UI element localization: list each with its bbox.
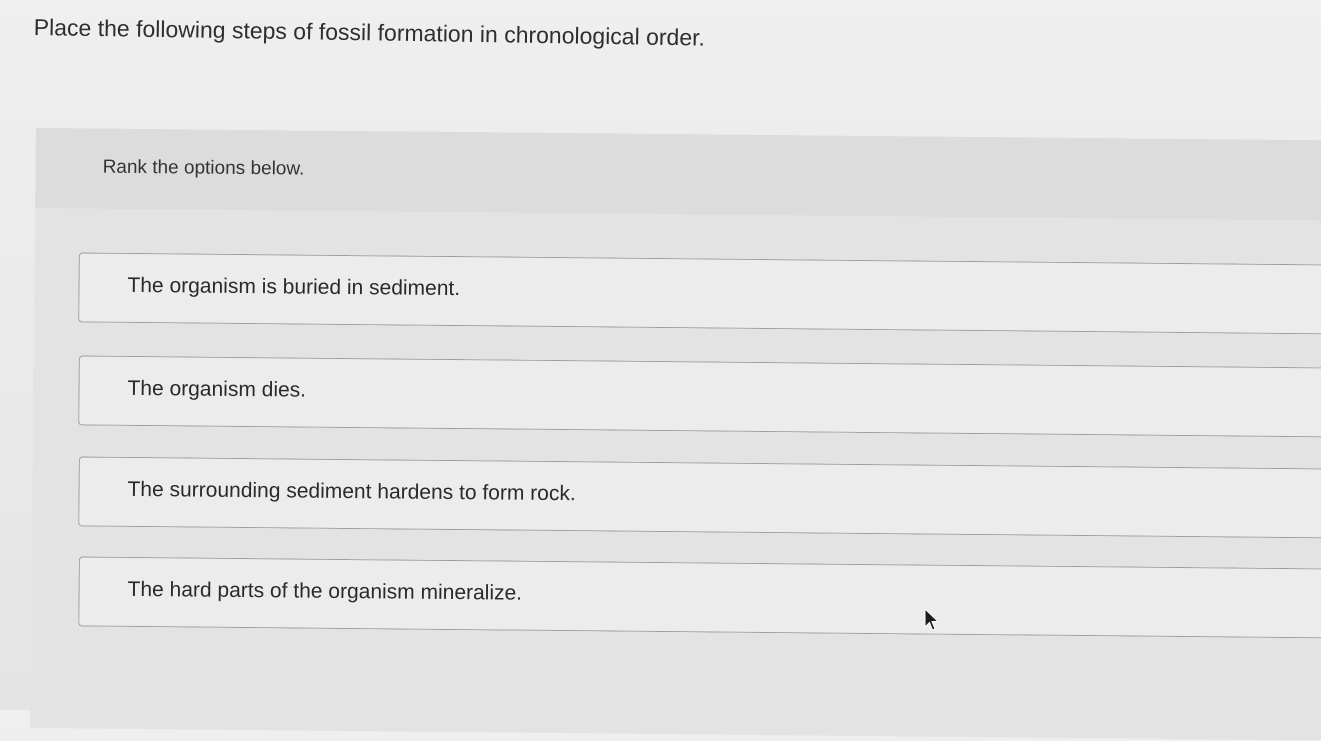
question-text: Place the following steps of fossil form… bbox=[33, 14, 706, 51]
rank-option-label: The surrounding sediment hardens to form… bbox=[127, 477, 576, 506]
rank-option-item[interactable]: The organism dies. bbox=[78, 355, 1321, 438]
rank-option-item[interactable]: The hard parts of the organism mineraliz… bbox=[78, 556, 1321, 639]
ranking-panel: Rank the options below. The organism is … bbox=[30, 128, 1321, 741]
rank-instruction: Rank the options below. bbox=[102, 156, 305, 180]
rank-option-item[interactable]: The organism is buried in sediment. bbox=[78, 252, 1321, 335]
rank-option-label: The hard parts of the organism mineraliz… bbox=[127, 577, 523, 605]
mouse-pointer-icon bbox=[924, 608, 940, 631]
rank-option-label: The organism dies. bbox=[127, 376, 307, 402]
ranking-header: Rank the options below. bbox=[35, 128, 1321, 221]
rank-option-item[interactable]: The surrounding sediment hardens to form… bbox=[78, 456, 1321, 539]
rank-option-label: The organism is buried in sediment. bbox=[127, 273, 461, 301]
